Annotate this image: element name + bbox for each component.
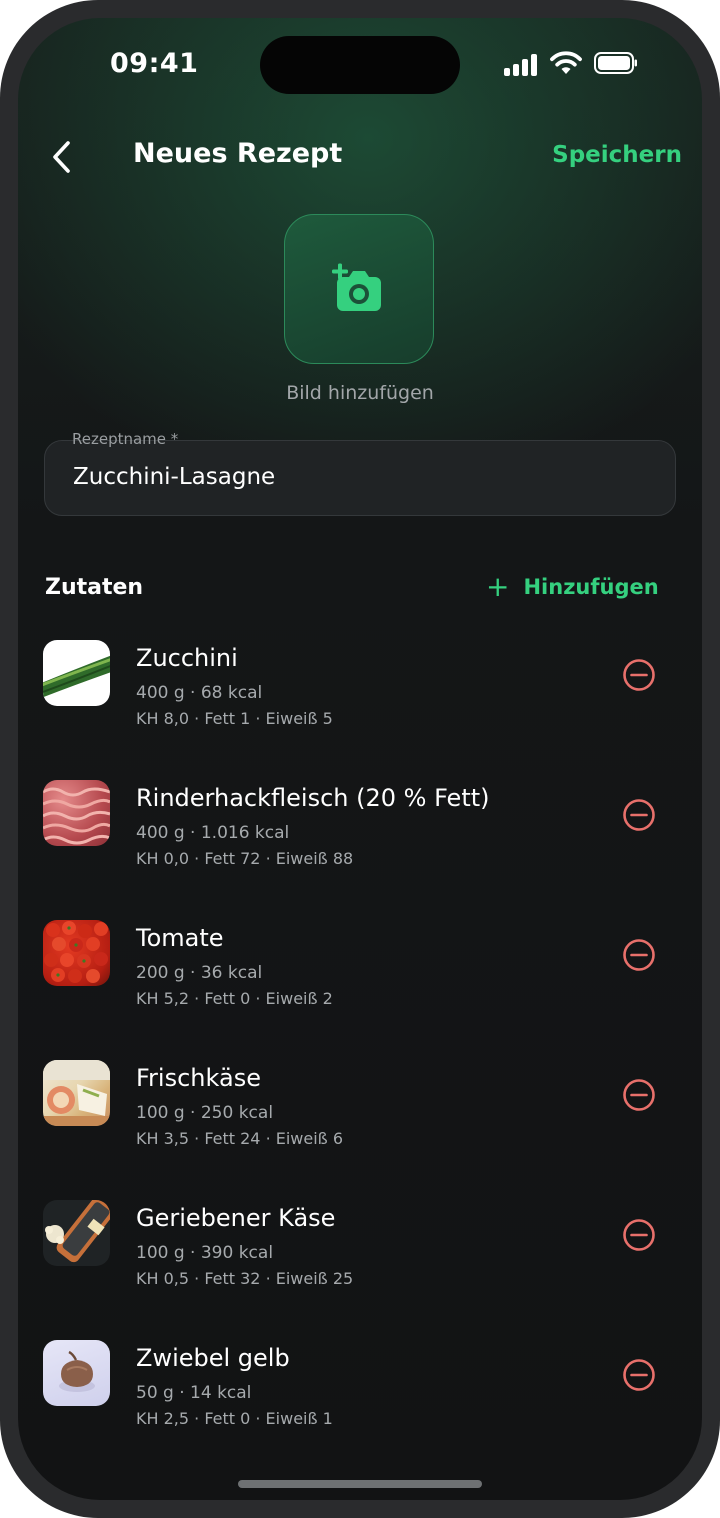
remove-circle-icon[interactable] — [622, 798, 656, 832]
ingredient-macros: KH 0,5 · Fett 32 · Eiweiß 25 — [136, 1269, 354, 1288]
back-chevron-icon[interactable] — [48, 140, 78, 174]
ingredient-macros: KH 2,5 · Fett 0 · Eiweiß 1 — [136, 1409, 333, 1428]
ingredient-row[interactable]: Zucchini 400 g · 68 kcal KH 8,0 · Fett 1… — [18, 636, 702, 776]
cream-cheese-image — [43, 1060, 110, 1126]
battery-icon — [594, 52, 637, 74]
yellow-onion-image — [43, 1340, 110, 1406]
screen: 09:41 Neues Rezept Speichern Bild hinzuf… — [18, 18, 702, 1500]
ingredient-macros: KH 3,5 · Fett 24 · Eiweiß 6 — [136, 1129, 344, 1148]
ingredient-amount: 100 g · 250 kcal — [136, 1103, 274, 1123]
remove-circle-icon[interactable] — [622, 658, 656, 692]
cellular-signal-icon — [504, 54, 540, 76]
save-button[interactable]: Speichern — [552, 142, 682, 168]
ingredient-name: Geriebener Käse — [136, 1204, 336, 1232]
ingredient-row[interactable]: Zwiebel gelb 50 g · 14 kcal KH 2,5 · Fet… — [18, 1336, 702, 1476]
remove-circle-icon[interactable] — [622, 938, 656, 972]
wifi-icon — [550, 51, 582, 74]
zucchini-image — [43, 640, 110, 706]
remove-circle-icon[interactable] — [622, 1358, 656, 1392]
ingredient-amount: 100 g · 390 kcal — [136, 1243, 274, 1263]
ingredient-row[interactable]: Frischkäse 100 g · 250 kcal KH 3,5 · Fet… — [18, 1056, 702, 1196]
minced-beef-image — [43, 780, 110, 846]
ingredient-name: Zucchini — [136, 644, 238, 672]
home-indicator[interactable] — [238, 1480, 482, 1488]
ingredient-name: Rinderhackfleisch (20 % Fett) — [136, 784, 490, 812]
remove-circle-icon[interactable] — [622, 1078, 656, 1112]
add-photo-camera-icon — [332, 263, 381, 311]
add-ingredient-label: Hinzufügen — [523, 575, 659, 599]
add-photo-button[interactable] — [284, 214, 434, 364]
ingredient-macros: KH 5,2 · Fett 0 · Eiweiß 2 — [136, 989, 333, 1008]
grated-cheese-image — [43, 1200, 110, 1266]
ingredient-amount: 400 g · 68 kcal — [136, 683, 263, 703]
add-ingredient-button[interactable]: + Hinzufügen — [486, 570, 659, 603]
ingredients-heading: Zutaten — [45, 575, 144, 600]
ingredient-macros: KH 8,0 · Fett 1 · Eiweiß 5 — [136, 709, 333, 728]
phone-frame: 09:41 Neues Rezept Speichern Bild hinzuf… — [0, 0, 720, 1518]
ingredient-name: Zwiebel gelb — [136, 1344, 290, 1372]
tomatoes-image — [43, 920, 110, 986]
ingredient-name: Frischkäse — [136, 1064, 261, 1092]
status-time: 09:41 — [110, 48, 199, 79]
ingredient-amount: 400 g · 1.016 kcal — [136, 823, 290, 843]
ingredient-macros: KH 0,0 · Fett 72 · Eiweiß 88 — [136, 849, 354, 868]
ingredient-row[interactable]: Tomate 200 g · 36 kcal KH 5,2 · Fett 0 ·… — [18, 916, 702, 1056]
ingredient-row[interactable]: Geriebener Käse 100 g · 390 kcal KH 0,5 … — [18, 1196, 702, 1336]
ingredient-name: Tomate — [136, 924, 224, 952]
ingredient-amount: 50 g · 14 kcal — [136, 1383, 252, 1403]
remove-circle-icon[interactable] — [622, 1218, 656, 1252]
ingredient-row[interactable]: Rinderhackfleisch (20 % Fett) 400 g · 1.… — [18, 776, 702, 916]
page-title: Neues Rezept — [133, 138, 343, 169]
recipe-name-value[interactable]: Zucchini-Lasagne — [73, 464, 275, 490]
add-photo-label: Bild hinzufügen — [286, 382, 434, 404]
ingredient-amount: 200 g · 36 kcal — [136, 963, 263, 983]
recipe-name-label: Rezeptname * — [72, 430, 179, 448]
dynamic-island — [260, 36, 460, 94]
plus-icon: + — [486, 570, 510, 603]
